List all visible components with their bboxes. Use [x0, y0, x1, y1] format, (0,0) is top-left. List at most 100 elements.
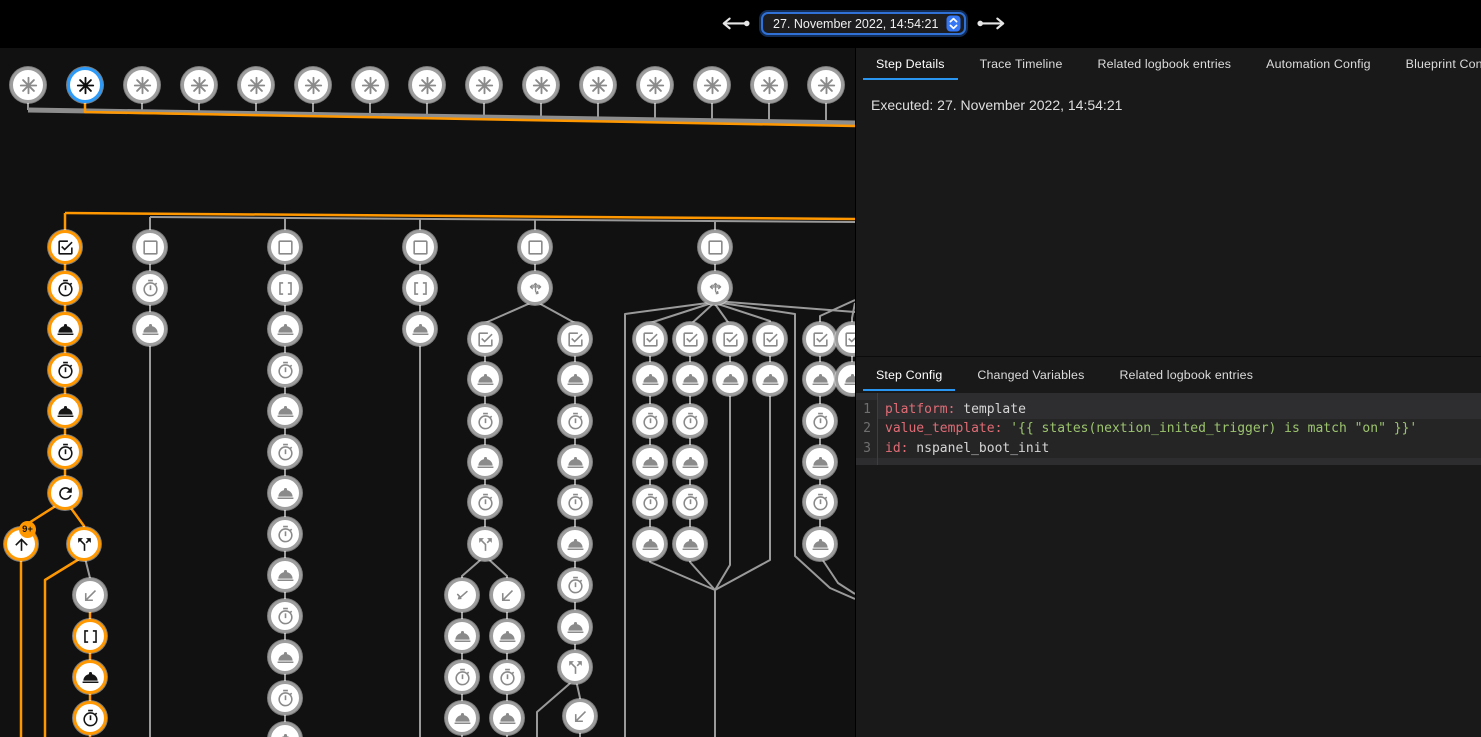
graph-node-bell[interactable] — [633, 527, 667, 561]
previous-trace-button[interactable] — [720, 17, 750, 31]
graph-node-bell[interactable] — [803, 445, 837, 479]
graph-node-bell[interactable] — [268, 476, 302, 510]
graph-node-timer[interactable] — [48, 271, 82, 305]
graph-node-bell[interactable] — [468, 362, 502, 396]
graph-node-asterisk[interactable] — [409, 67, 445, 103]
graph-node-timer[interactable] — [468, 485, 502, 519]
graph-node-checkbox-blank[interactable] — [518, 230, 552, 264]
graph-node-timer[interactable] — [633, 485, 667, 519]
graph-node-brackets[interactable] — [403, 271, 437, 305]
graph-node-bell[interactable] — [490, 619, 524, 653]
graph-node-checkbox-marked[interactable] — [673, 322, 707, 356]
graph-node-asterisk[interactable] — [352, 67, 388, 103]
graph-node-bell[interactable] — [268, 558, 302, 592]
graph-node-asterisk[interactable] — [181, 67, 217, 103]
graph-node-timer[interactable] — [558, 485, 592, 519]
tab-blueprint-config[interactable]: Blueprint Config — [1393, 48, 1481, 80]
graph-node-timer[interactable] — [558, 568, 592, 602]
graph-node-timer[interactable] — [133, 271, 167, 305]
graph-node-bell[interactable] — [673, 362, 707, 396]
graph-node-asterisk[interactable] — [238, 67, 274, 103]
graph-node-bell[interactable] — [558, 362, 592, 396]
graph-node-arrow-bottom-left[interactable] — [563, 699, 597, 733]
graph-node-asterisk[interactable] — [466, 67, 502, 103]
graph-node-timer[interactable] — [633, 404, 667, 438]
graph-node-timer[interactable] — [48, 353, 82, 387]
graph-node-asterisk[interactable] — [67, 67, 103, 103]
graph-node-timer[interactable] — [558, 404, 592, 438]
graph-node-bell[interactable] — [268, 640, 302, 674]
graph-node-bell[interactable] — [633, 362, 667, 396]
graph-node-asterisk[interactable] — [808, 67, 844, 103]
graph-node-bell[interactable] — [558, 610, 592, 644]
config-tab-changed-variables[interactable]: Changed Variables — [964, 359, 1097, 391]
graph-node-call-split[interactable] — [67, 527, 101, 561]
graph-node-bell[interactable] — [268, 312, 302, 346]
graph-node-timer[interactable] — [445, 660, 479, 694]
graph-node-asterisk[interactable] — [124, 67, 160, 103]
graph-node-brackets[interactable] — [73, 619, 107, 653]
graph-node-checkbox-marked[interactable] — [558, 322, 592, 356]
graph-node-checkbox-marked[interactable] — [753, 322, 787, 356]
graph-node-timer[interactable] — [803, 485, 837, 519]
graph-node-checkbox-marked[interactable] — [468, 322, 502, 356]
graph-node-bell[interactable] — [803, 527, 837, 561]
graph-node-checkbox-blank[interactable] — [698, 230, 732, 264]
graph-node-asterisk[interactable] — [637, 67, 673, 103]
graph-node-refresh[interactable] — [48, 476, 82, 510]
graph-node-arrow-decision[interactable] — [698, 271, 732, 305]
graph-node-bell[interactable] — [713, 362, 747, 396]
graph-node-bell[interactable] — [445, 701, 479, 735]
graph-node-bell[interactable] — [673, 527, 707, 561]
graph-node-bell[interactable] — [48, 312, 82, 346]
graph-node-timer[interactable] — [268, 517, 302, 551]
graph-node-checkbox-marked[interactable] — [633, 322, 667, 356]
graph-node-call-split[interactable] — [558, 650, 592, 684]
graph-node-bell[interactable] — [403, 312, 437, 346]
graph-node-asterisk[interactable] — [751, 67, 787, 103]
graph-node-timer[interactable] — [490, 660, 524, 694]
graph-node-bell[interactable] — [753, 362, 787, 396]
graph-node-asterisk[interactable] — [694, 67, 730, 103]
graph-node-timer[interactable] — [673, 485, 707, 519]
graph-node-bell[interactable] — [633, 445, 667, 479]
graph-node-checkbox-blank[interactable] — [268, 230, 302, 264]
tab-trace-timeline[interactable]: Trace Timeline — [967, 48, 1076, 80]
graph-node-asterisk[interactable] — [295, 67, 331, 103]
graph-node-bell[interactable] — [490, 701, 524, 735]
graph-node-timer[interactable] — [268, 435, 302, 469]
tab-step-details[interactable]: Step Details — [863, 48, 958, 80]
graph-node-timer[interactable] — [468, 404, 502, 438]
graph-node-asterisk[interactable] — [523, 67, 559, 103]
graph-node-timer[interactable] — [48, 435, 82, 469]
tab-related-logbook-entries[interactable]: Related logbook entries — [1085, 48, 1245, 80]
graph-node-bell[interactable] — [268, 394, 302, 428]
graph-node-timer[interactable] — [673, 404, 707, 438]
graph-node-timer[interactable] — [268, 599, 302, 633]
next-trace-button[interactable] — [977, 17, 1007, 31]
graph-node-bell[interactable] — [48, 394, 82, 428]
graph-node-checkbox-blank[interactable] — [403, 230, 437, 264]
graph-node-bell[interactable] — [468, 445, 502, 479]
graph-node-timer[interactable] — [268, 353, 302, 387]
graph-node-asterisk[interactable] — [580, 67, 616, 103]
graph-node-call-split[interactable] — [468, 527, 502, 561]
graph-node-bell[interactable] — [73, 660, 107, 694]
graph-node-timer[interactable] — [73, 701, 107, 735]
graph-node-bell[interactable] — [445, 619, 479, 653]
graph-node-checkbox-blank[interactable] — [133, 230, 167, 264]
graph-node-bell[interactable] — [803, 362, 837, 396]
config-tab-step-config[interactable]: Step Config — [863, 359, 955, 391]
graph-node-timer[interactable] — [268, 681, 302, 715]
graph-node-arrow-bottom-left[interactable] — [490, 578, 524, 612]
config-tab-related-logbook-entries[interactable]: Related logbook entries — [1106, 359, 1266, 391]
tab-automation-config[interactable]: Automation Config — [1253, 48, 1384, 80]
yaml-code-editor[interactable]: 1platform: template2value_template: '{{ … — [856, 393, 1481, 465]
graph-node-checkbox-marked[interactable] — [48, 230, 82, 264]
graph-node-arrow-bottom-left[interactable] — [73, 578, 107, 612]
graph-node-brackets[interactable] — [268, 271, 302, 305]
graph-node-check-arrow[interactable] — [445, 578, 479, 612]
graph-node-bell[interactable] — [673, 445, 707, 479]
graph-node-bell[interactable] — [558, 527, 592, 561]
graph-node-timer[interactable] — [803, 404, 837, 438]
